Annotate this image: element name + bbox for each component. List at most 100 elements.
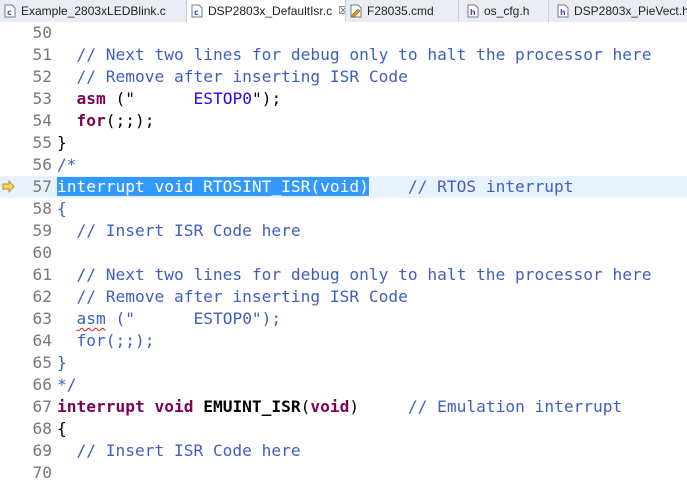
tab-dsp2803x-pievect-h[interactable]: h DSP2803x_PieVect.h bbox=[549, 0, 687, 22]
code-text: interrupt void RTOSINT_ISR(void) // RTOS… bbox=[57, 176, 574, 198]
line-number: 61 bbox=[32, 265, 53, 284]
code-text: /* bbox=[57, 154, 77, 176]
line-number: 60 bbox=[32, 243, 53, 262]
code-token: } bbox=[57, 133, 67, 152]
comment: // Next two lines for debug only to halt… bbox=[76, 45, 652, 64]
line-number: 55 bbox=[32, 133, 53, 152]
svg-text:h: h bbox=[470, 8, 476, 17]
keyword: for bbox=[76, 111, 106, 130]
code-token: EMUINT_ISR bbox=[203, 397, 301, 416]
code-token: { bbox=[57, 419, 67, 438]
code-text: // Insert ISR Code here bbox=[57, 220, 300, 242]
code-token: ESTOP0 bbox=[193, 89, 252, 108]
code-editor[interactable]: 50 51 // Next two lines for debug only to… bbox=[0, 22, 687, 489]
code-token: ) bbox=[349, 397, 408, 416]
line-number: 52 bbox=[32, 67, 53, 86]
line-number: 51 bbox=[32, 45, 53, 64]
tab-os-cfg-h[interactable]: h os_cfg.h bbox=[459, 0, 549, 22]
code-line[interactable]: 65} bbox=[0, 352, 687, 374]
code-line[interactable]: 55} bbox=[0, 132, 687, 154]
keyword: asm bbox=[76, 89, 106, 108]
tab-label: os_cfg.h bbox=[484, 4, 530, 18]
line-number: 53 bbox=[32, 89, 53, 108]
keyword: void bbox=[310, 397, 350, 416]
line-number: 50 bbox=[32, 23, 53, 42]
code-text: // Insert ISR Code here bbox=[57, 440, 301, 462]
line-number: 68 bbox=[32, 419, 53, 438]
code-line[interactable]: 59 // Insert ISR Code here bbox=[0, 220, 687, 242]
line-number: 56 bbox=[32, 155, 53, 174]
c-file-icon: c bbox=[3, 4, 17, 18]
tab-label: F28035.cmd bbox=[367, 4, 434, 18]
keyword: interrupt void bbox=[57, 397, 194, 416]
h-file-icon: h bbox=[556, 4, 570, 18]
editor-tab-bar: c Example_2803xLEDBlink.c c DSP2803x_Def… bbox=[0, 0, 687, 23]
line-number: 65 bbox=[32, 353, 53, 372]
code-line[interactable]: 54 for(;;); bbox=[0, 110, 687, 132]
code-line[interactable]: 52 // Remove after inserting ISR Code bbox=[0, 66, 687, 88]
comment: // Next two lines for debug only to halt… bbox=[57, 265, 652, 284]
code-text: for(;;); bbox=[57, 330, 154, 352]
line-number: 66 bbox=[32, 375, 53, 394]
code-text: interrupt void EMUINT_ISR(void) // Emula… bbox=[57, 396, 622, 418]
code-line[interactable]: 70 bbox=[0, 462, 687, 484]
code-line[interactable]: 53 asm (" ESTOP0"); bbox=[0, 88, 687, 110]
code-line[interactable]: 64 for(;;); bbox=[0, 330, 687, 352]
code-line[interactable]: 62 // Remove after inserting ISR Code bbox=[0, 286, 687, 308]
tab-example-2803x-ledblink[interactable]: c Example_2803xLEDBlink.c bbox=[0, 0, 187, 22]
comment: // Remove after inserting ISR Code bbox=[57, 287, 408, 306]
tab-label: Example_2803xLEDBlink.c bbox=[21, 4, 166, 18]
tab-label: DSP2803x_PieVect.h bbox=[574, 4, 687, 18]
tab-dsp2803x-defaultisr[interactable]: c DSP2803x_DefaultIsr.c ☒ bbox=[187, 0, 346, 22]
code-text: */ bbox=[57, 374, 77, 396]
comment: for(;;); bbox=[57, 331, 155, 350]
code-line[interactable]: 50 bbox=[0, 22, 687, 44]
code-line[interactable]: 51 // Next two lines for debug only to h… bbox=[0, 44, 687, 66]
code-line[interactable]: 69 // Insert ISR Code here bbox=[0, 440, 687, 462]
h-file-icon: h bbox=[466, 4, 480, 18]
linker-cmd-file-icon bbox=[349, 4, 363, 18]
code-token: (" bbox=[105, 89, 194, 108]
comment: // Remove after inserting ISR Code bbox=[76, 67, 408, 86]
code-text: // Next two lines for debug only to halt… bbox=[57, 264, 652, 286]
code-line[interactable]: 67 interrupt void EMUINT_ISR(void) // Emu… bbox=[0, 396, 687, 418]
line-number: 67 bbox=[32, 397, 53, 416]
c-file-icon: c bbox=[190, 4, 204, 18]
selected-code: interrupt void RTOSINT_ISR(void) bbox=[57, 177, 369, 196]
code-text: // Next two lines for debug only to halt… bbox=[57, 44, 652, 66]
svg-text:c: c bbox=[194, 8, 199, 17]
line-number: 69 bbox=[32, 441, 53, 460]
code-text: // Remove after inserting ISR Code bbox=[57, 66, 408, 88]
code-line[interactable]: 68{ bbox=[0, 418, 687, 440]
line-number: 59 bbox=[32, 221, 53, 240]
code-line[interactable]: 58{ bbox=[0, 198, 687, 220]
code-line[interactable]: 57 interrupt void RTOSINT_ISR(void) // RT… bbox=[0, 176, 687, 198]
comment: (" ESTOP0"); bbox=[105, 309, 282, 328]
code-text: } bbox=[57, 352, 67, 374]
tab-f28035-cmd[interactable]: F28035.cmd bbox=[346, 0, 459, 22]
comment: */ bbox=[57, 375, 77, 394]
line-number: 58 bbox=[32, 199, 53, 218]
code-line[interactable]: 61 // Next two lines for debug only to h… bbox=[0, 264, 687, 286]
current-instruction-arrow-icon bbox=[2, 180, 15, 193]
tab-label: DSP2803x_DefaultIsr.c bbox=[208, 3, 333, 18]
line-number: 70 bbox=[32, 463, 53, 482]
code-token: (;;); bbox=[105, 111, 155, 130]
code-line[interactable]: 56/* bbox=[0, 154, 687, 176]
code-text: asm (" ESTOP0"); bbox=[57, 308, 282, 330]
close-icon[interactable]: ☒ bbox=[338, 4, 345, 17]
svg-text:c: c bbox=[7, 8, 12, 17]
code-line[interactable]: 60 bbox=[0, 242, 687, 264]
code-line[interactable]: 63 asm (" ESTOP0"); bbox=[0, 308, 687, 330]
code-text: { bbox=[57, 418, 67, 440]
comment: /* bbox=[57, 155, 77, 174]
code-line[interactable]: 66 */ bbox=[0, 374, 687, 396]
code-text: } bbox=[57, 132, 67, 154]
